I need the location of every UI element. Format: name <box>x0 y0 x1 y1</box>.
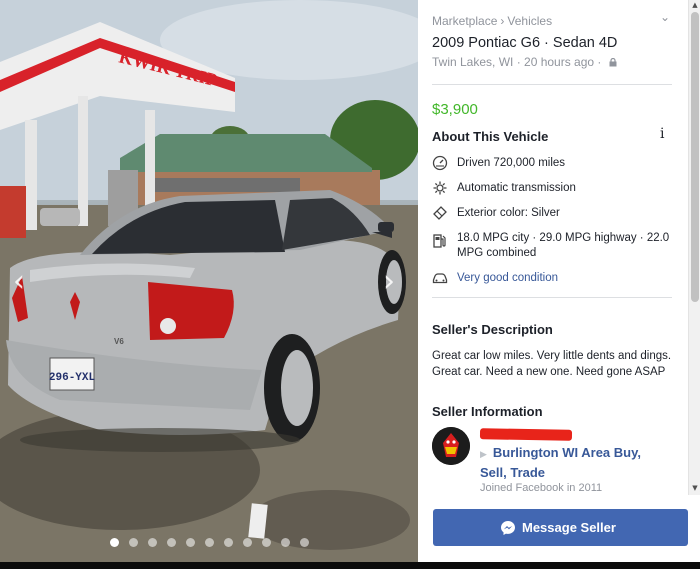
next-photo-icon[interactable]: › <box>378 262 400 302</box>
photo-dot[interactable] <box>128 538 138 547</box>
listing-details-panel: Marketplace › Vehicles ⌄ 2009 Pontiac G6 ·… <box>418 0 688 495</box>
photo-dot[interactable] <box>223 538 233 547</box>
seller-group-link-text[interactable]: Burlington WI Area Buy, Sell, Trade <box>480 445 641 480</box>
scrollbar-thumb[interactable] <box>691 12 699 302</box>
message-seller-button[interactable]: Message Seller <box>433 509 688 546</box>
breadcrumb-separator: › <box>500 14 505 28</box>
photo-dot[interactable] <box>280 538 290 547</box>
scroll-up-icon[interactable]: ▲ <box>691 1 699 9</box>
messenger-icon <box>501 521 515 535</box>
trim-badge-text: V6 <box>114 337 124 346</box>
listing-title: 2009 Pontiac G6 · Sedan 4D <box>432 35 618 51</box>
seller-group-link[interactable]: ▶ Burlington WI Area Buy, Sell, Trade <box>480 444 670 482</box>
speedometer-icon <box>432 155 448 171</box>
redacted-seller-name <box>479 428 573 441</box>
breadcrumb-vehicles-link[interactable]: Vehicles <box>507 14 552 28</box>
photo-dot[interactable] <box>299 538 309 547</box>
paint-icon <box>433 206 447 220</box>
message-seller-label: Message Seller <box>522 520 616 535</box>
listing-location-time: Twin Lakes, WI · 20 hours ago · <box>432 55 617 69</box>
fuel-pump-icon <box>433 234 446 248</box>
about-vehicle-heading: About This Vehicle <box>432 129 549 144</box>
spec-fuel-economy-text: 18.0 MPG city · 29.0 MPG highway · 22.0 … <box>457 232 670 259</box>
spec-transmission-text: Automatic transmission <box>457 182 576 194</box>
spec-color-text: Exterior color: Silver <box>457 207 560 219</box>
chevron-down-icon[interactable]: ⌄ <box>660 10 670 24</box>
listing-photo[interactable]: KWIK TRIP V6 296-YXL ‹ › <box>0 0 418 562</box>
lock-icon <box>609 58 617 67</box>
scroll-down-icon[interactable]: ▼ <box>691 484 699 492</box>
photo-dot[interactable] <box>109 538 119 547</box>
listing-price: $3,900 <box>432 101 478 118</box>
divider <box>432 297 672 298</box>
photo-dot[interactable] <box>185 538 195 547</box>
spec-mileage-text: Driven 720,000 miles <box>457 157 566 169</box>
seller-information-heading: Seller Information <box>432 404 543 419</box>
avatar-image <box>432 427 470 465</box>
condition-link[interactable]: Very good condition <box>457 271 677 286</box>
divider <box>432 84 672 85</box>
photo-pagination-dots <box>0 538 418 550</box>
location-time-text: Twin Lakes, WI · 20 hours ago · <box>432 55 602 69</box>
window-bottom-edge <box>0 562 700 569</box>
details-scrollbar[interactable]: ▲ ▼ <box>688 0 700 495</box>
triangle-right-icon: ▶ <box>480 450 487 460</box>
breadcrumb-marketplace-link[interactable]: Marketplace <box>432 14 497 28</box>
seller-joined-text: Joined Facebook in 2011 <box>480 482 603 494</box>
photo-dot[interactable] <box>204 538 214 547</box>
photo-dot[interactable] <box>242 538 252 547</box>
transmission-icon <box>433 181 447 195</box>
car-photo-image: KWIK TRIP V6 296-YXL <box>0 0 418 562</box>
sellers-description-text: Great car low miles. Very little dents a… <box>432 350 672 378</box>
car-icon <box>432 273 448 284</box>
avatar[interactable] <box>432 427 470 465</box>
info-icon[interactable]: i <box>660 126 664 142</box>
photo-dot[interactable] <box>147 538 157 547</box>
breadcrumb: Marketplace › Vehicles <box>432 14 552 28</box>
photo-dot[interactable] <box>261 538 271 547</box>
license-plate-text: 296-YXL <box>49 372 96 384</box>
photo-dot[interactable] <box>166 538 176 547</box>
sellers-description-heading: Seller's Description <box>432 322 553 337</box>
previous-photo-icon[interactable]: ‹ <box>8 262 30 302</box>
